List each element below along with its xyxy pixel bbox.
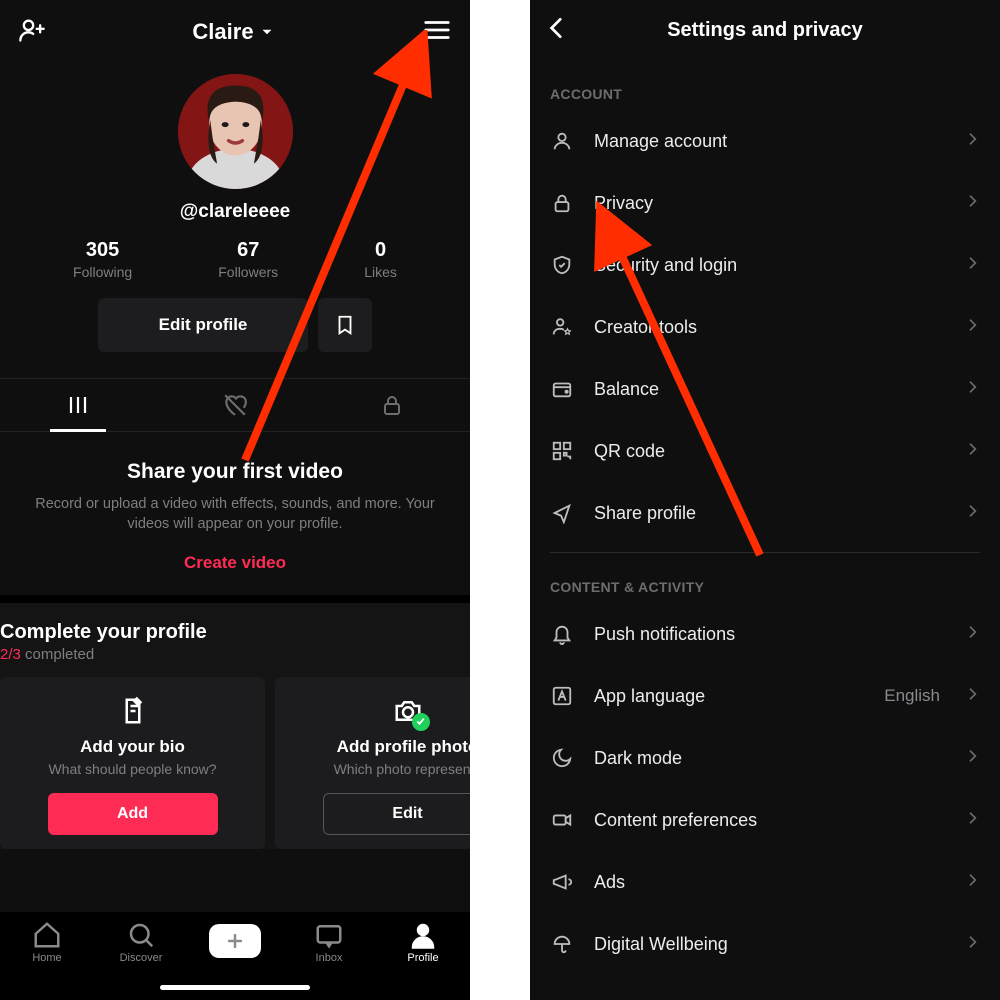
row-balance[interactable]: Balance xyxy=(530,358,1000,420)
moon-icon xyxy=(550,747,574,769)
nav-profile[interactable]: Profile xyxy=(383,920,463,964)
edit-photo-button[interactable]: Edit xyxy=(323,793,471,835)
row-manage-account[interactable]: Manage account xyxy=(530,110,1000,172)
language-icon xyxy=(550,685,574,707)
chevron-right-icon xyxy=(964,686,980,707)
check-badge-icon xyxy=(412,713,430,731)
bookmarks-button[interactable] xyxy=(318,298,372,352)
chevron-right-icon xyxy=(964,872,980,893)
nav-inbox[interactable]: Inbox xyxy=(289,920,369,964)
person-icon xyxy=(550,130,574,152)
umbrella-icon xyxy=(550,933,574,955)
share-icon xyxy=(550,502,574,524)
card-sub: What should people know? xyxy=(10,761,255,777)
create-button[interactable] xyxy=(209,924,261,958)
empty-state-body: Record or upload a video with effects, s… xyxy=(28,494,442,535)
row-privacy[interactable]: Privacy xyxy=(530,172,1000,234)
account-name: Claire xyxy=(192,19,253,45)
qr-icon xyxy=(550,440,574,462)
row-digital-wellbeing[interactable]: Digital Wellbeing xyxy=(530,913,1000,975)
account-switcher[interactable]: Claire xyxy=(192,19,275,45)
chevron-right-icon xyxy=(964,255,980,276)
card-title: Add profile photo xyxy=(285,737,470,757)
home-indicator[interactable] xyxy=(160,985,310,990)
stat-likes[interactable]: 0 Likes xyxy=(364,239,397,280)
nav-create[interactable] xyxy=(195,920,275,958)
profile-screen: Claire xyxy=(0,0,470,1000)
row-push-notifications[interactable]: Push notifications xyxy=(530,603,1000,665)
back-button[interactable] xyxy=(544,15,570,46)
bottom-nav: Home Discover Inbox Profile xyxy=(0,912,470,1000)
lock-icon xyxy=(550,192,574,214)
edit-profile-button[interactable]: Edit profile xyxy=(98,298,308,352)
hamburger-menu-icon[interactable] xyxy=(422,15,452,50)
nav-discover[interactable]: Discover xyxy=(101,920,181,964)
chevron-right-icon xyxy=(964,810,980,831)
camera-icon xyxy=(285,693,470,729)
tab-liked[interactable] xyxy=(157,379,314,431)
chevron-right-icon xyxy=(964,624,980,645)
card-sub: Which photo represents xyxy=(285,761,470,777)
row-dark-mode[interactable]: Dark mode xyxy=(530,727,1000,789)
megaphone-icon xyxy=(550,871,574,893)
section-content: CONTENT & ACTIVITY xyxy=(530,553,1000,603)
chevron-right-icon xyxy=(964,379,980,400)
bell-icon xyxy=(550,623,574,645)
row-content-preferences[interactable]: Content preferences xyxy=(530,789,1000,851)
row-creator-tools[interactable]: Creator tools xyxy=(530,296,1000,358)
person-star-icon xyxy=(550,316,574,338)
card-add-bio: Add your bio What should people know? Ad… xyxy=(0,677,265,849)
doc-pencil-icon xyxy=(10,693,255,729)
username-handle: @clareleeee xyxy=(0,201,470,223)
nav-home[interactable]: Home xyxy=(7,920,87,964)
complete-profile-progress: 2/3 completed xyxy=(0,646,470,663)
page-title: Settings and privacy xyxy=(667,19,863,42)
row-share-profile[interactable]: Share profile xyxy=(530,482,1000,544)
tab-feed[interactable] xyxy=(0,379,157,431)
row-qr-code[interactable]: QR code xyxy=(530,420,1000,482)
chevron-right-icon xyxy=(964,503,980,524)
row-security[interactable]: Security and login xyxy=(530,234,1000,296)
shield-icon xyxy=(550,254,574,276)
chevron-right-icon xyxy=(964,193,980,214)
row-app-language[interactable]: App language English xyxy=(530,665,1000,727)
chevron-right-icon xyxy=(964,934,980,955)
stat-followers[interactable]: 67 Followers xyxy=(218,239,278,280)
complete-profile-title: Complete your profile xyxy=(0,621,470,646)
card-add-photo: Add profile photo Which photo represents… xyxy=(275,677,470,849)
row-ads[interactable]: Ads xyxy=(530,851,1000,913)
chevron-right-icon xyxy=(964,441,980,462)
card-title: Add your bio xyxy=(10,737,255,757)
chevron-right-icon xyxy=(964,748,980,769)
chevron-right-icon xyxy=(964,317,980,338)
add-bio-button[interactable]: Add xyxy=(48,793,218,835)
avatar[interactable] xyxy=(178,74,293,189)
create-video-link[interactable]: Create video xyxy=(184,553,286,573)
empty-state-title: Share your first video xyxy=(28,460,442,484)
video-icon xyxy=(550,809,574,831)
tab-private[interactable] xyxy=(313,379,470,431)
chevron-right-icon xyxy=(964,131,980,152)
wallet-icon xyxy=(550,378,574,400)
settings-screen: Settings and privacy ACCOUNT Manage acco… xyxy=(530,0,1000,1000)
section-account: ACCOUNT xyxy=(530,60,1000,110)
add-friends-icon[interactable] xyxy=(18,16,46,49)
language-value: English xyxy=(884,686,940,706)
stat-following[interactable]: 305 Following xyxy=(73,239,132,280)
